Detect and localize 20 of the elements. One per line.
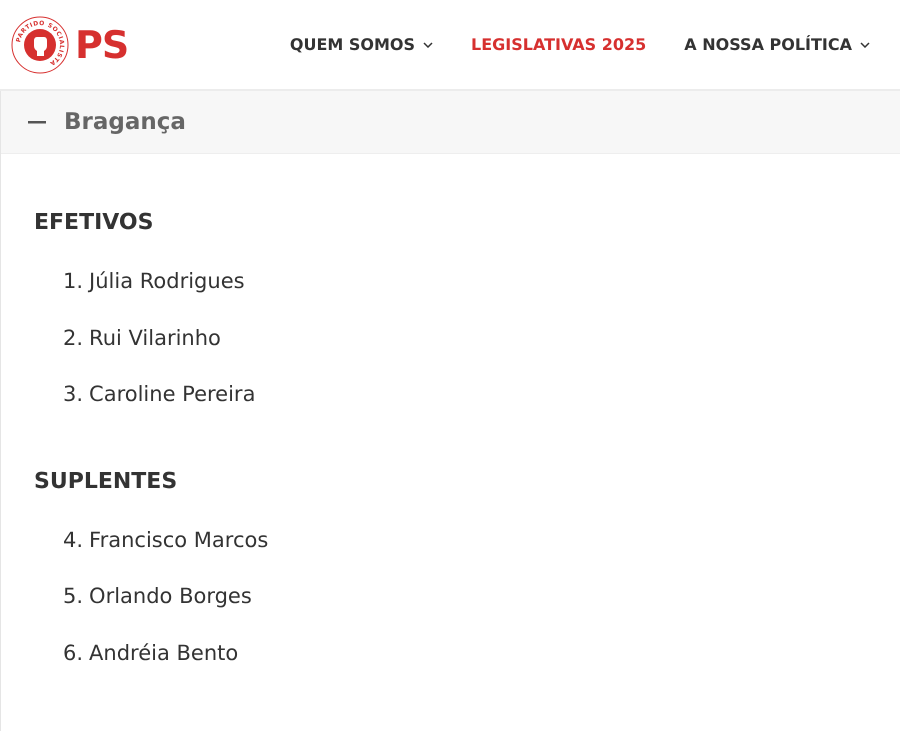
- nav-link[interactable]: LEGISLATIVAS 2025: [471, 35, 646, 54]
- list-number: 6.: [63, 640, 84, 665]
- list-number: 2.: [63, 326, 84, 350]
- nav-link[interactable]: A NOSSA POLÍTICA: [684, 35, 870, 54]
- candidate-name: Orlando Borges: [89, 584, 252, 608]
- accordion-header[interactable]: Bragança: [1, 91, 900, 154]
- list-number: 3.: [63, 382, 84, 406]
- logo-wordmark[interactable]: PS: [75, 22, 128, 66]
- section-heading: EFETIVOS: [34, 210, 154, 235]
- section-heading: SUPLENTES: [34, 468, 178, 494]
- candidate-name: Júlia Rodrigues: [89, 269, 245, 294]
- list-number: 5.: [63, 584, 84, 608]
- candidate-name: Andréia Bento: [89, 640, 238, 665]
- candidate-name: Francisco Marcos: [89, 528, 268, 552]
- candidate-name: Caroline Pereira: [89, 382, 256, 406]
- candidate-name: Rui Vilarinho: [89, 326, 221, 350]
- accordion-title: Bragança: [64, 109, 186, 135]
- list-number: 4.: [63, 528, 84, 552]
- nav-link[interactable]: QUEM SOMOS: [290, 35, 434, 54]
- list-number: 1.: [63, 269, 84, 294]
